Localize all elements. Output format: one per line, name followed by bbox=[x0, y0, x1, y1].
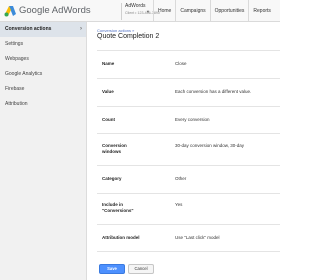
sidebar-item-label: Attribution bbox=[5, 101, 28, 107]
top-nav: Home Campaigns Opportunities Reports bbox=[153, 0, 275, 22]
sidebar-item-label: Webpages bbox=[5, 56, 29, 62]
row-value: Each conversion has a different value. bbox=[175, 89, 252, 94]
setting-row-count[interactable]: Count Every conversion bbox=[97, 106, 280, 133]
row-label: Attribution model bbox=[102, 235, 140, 240]
adwords-logo-icon[interactable] bbox=[4, 5, 16, 17]
setting-row-include-in-conversions[interactable]: Include in "Conversions" Yes bbox=[97, 193, 280, 224]
sidebar-item-conversion-actions[interactable]: Conversion actions › bbox=[0, 22, 86, 37]
row-value: Every conversion bbox=[175, 117, 210, 122]
setting-row-value[interactable]: Value Each conversion has a different va… bbox=[97, 78, 280, 106]
sidebar-item-google-analytics[interactable]: Google Analytics bbox=[0, 67, 86, 82]
nav-opportunities[interactable]: Opportunities bbox=[209, 0, 249, 22]
cancel-button[interactable]: Cancel bbox=[128, 264, 154, 274]
row-value: Yes bbox=[175, 202, 183, 207]
row-label: Value bbox=[102, 89, 114, 94]
sidebar-item-attribution[interactable]: Attribution bbox=[0, 97, 86, 112]
page-title: Quote Completion 2 bbox=[97, 33, 160, 40]
nav-campaigns[interactable]: Campaigns bbox=[175, 0, 209, 22]
row-label: Conversion windows bbox=[102, 143, 127, 154]
sidebar-item-settings[interactable]: Settings bbox=[0, 37, 86, 52]
top-bar: Google AdWords AdWords Client • 123-456-… bbox=[0, 0, 280, 22]
main-content: Conversion actions » Quote Completion 2 … bbox=[92, 22, 280, 280]
setting-row-category[interactable]: Category Other bbox=[97, 165, 280, 193]
chevron-down-icon[interactable]: ▼ bbox=[146, 9, 150, 14]
product-name: Google AdWords bbox=[19, 5, 91, 16]
setting-row-attribution-model[interactable]: Attribution model Use "Last click" model bbox=[97, 224, 280, 252]
sidebar-item-label: Settings bbox=[5, 41, 24, 47]
row-label: Name bbox=[102, 61, 115, 66]
setting-row-conversion-windows[interactable]: Conversion windows 30-day conversion win… bbox=[97, 133, 280, 165]
sidebar-item-webpages[interactable]: Webpages bbox=[0, 52, 86, 67]
row-value: Use "Last click" model bbox=[175, 235, 220, 240]
row-label: Count bbox=[102, 117, 115, 122]
row-label: Include in "Conversions" bbox=[102, 202, 134, 213]
row-value: Other bbox=[175, 176, 187, 181]
setting-row-name[interactable]: Name Close bbox=[97, 50, 280, 78]
save-button[interactable]: Save bbox=[99, 264, 125, 274]
chevron-right-icon: › bbox=[80, 26, 82, 32]
sidebar-item-label: Firebase bbox=[5, 86, 25, 92]
sidebar: Conversion actions › Settings Webpages G… bbox=[0, 22, 87, 280]
row-value: 30-day conversion window, 30-day bbox=[175, 143, 245, 148]
sidebar-item-label: Google Analytics bbox=[5, 71, 43, 77]
nav-home[interactable]: Home bbox=[153, 0, 175, 22]
nav-reports[interactable]: Reports bbox=[248, 0, 275, 22]
sidebar-item-label: Conversion actions bbox=[5, 26, 52, 32]
row-value: Close bbox=[175, 61, 187, 66]
sidebar-item-firebase[interactable]: Firebase bbox=[0, 82, 86, 97]
row-label: Category bbox=[102, 176, 122, 181]
